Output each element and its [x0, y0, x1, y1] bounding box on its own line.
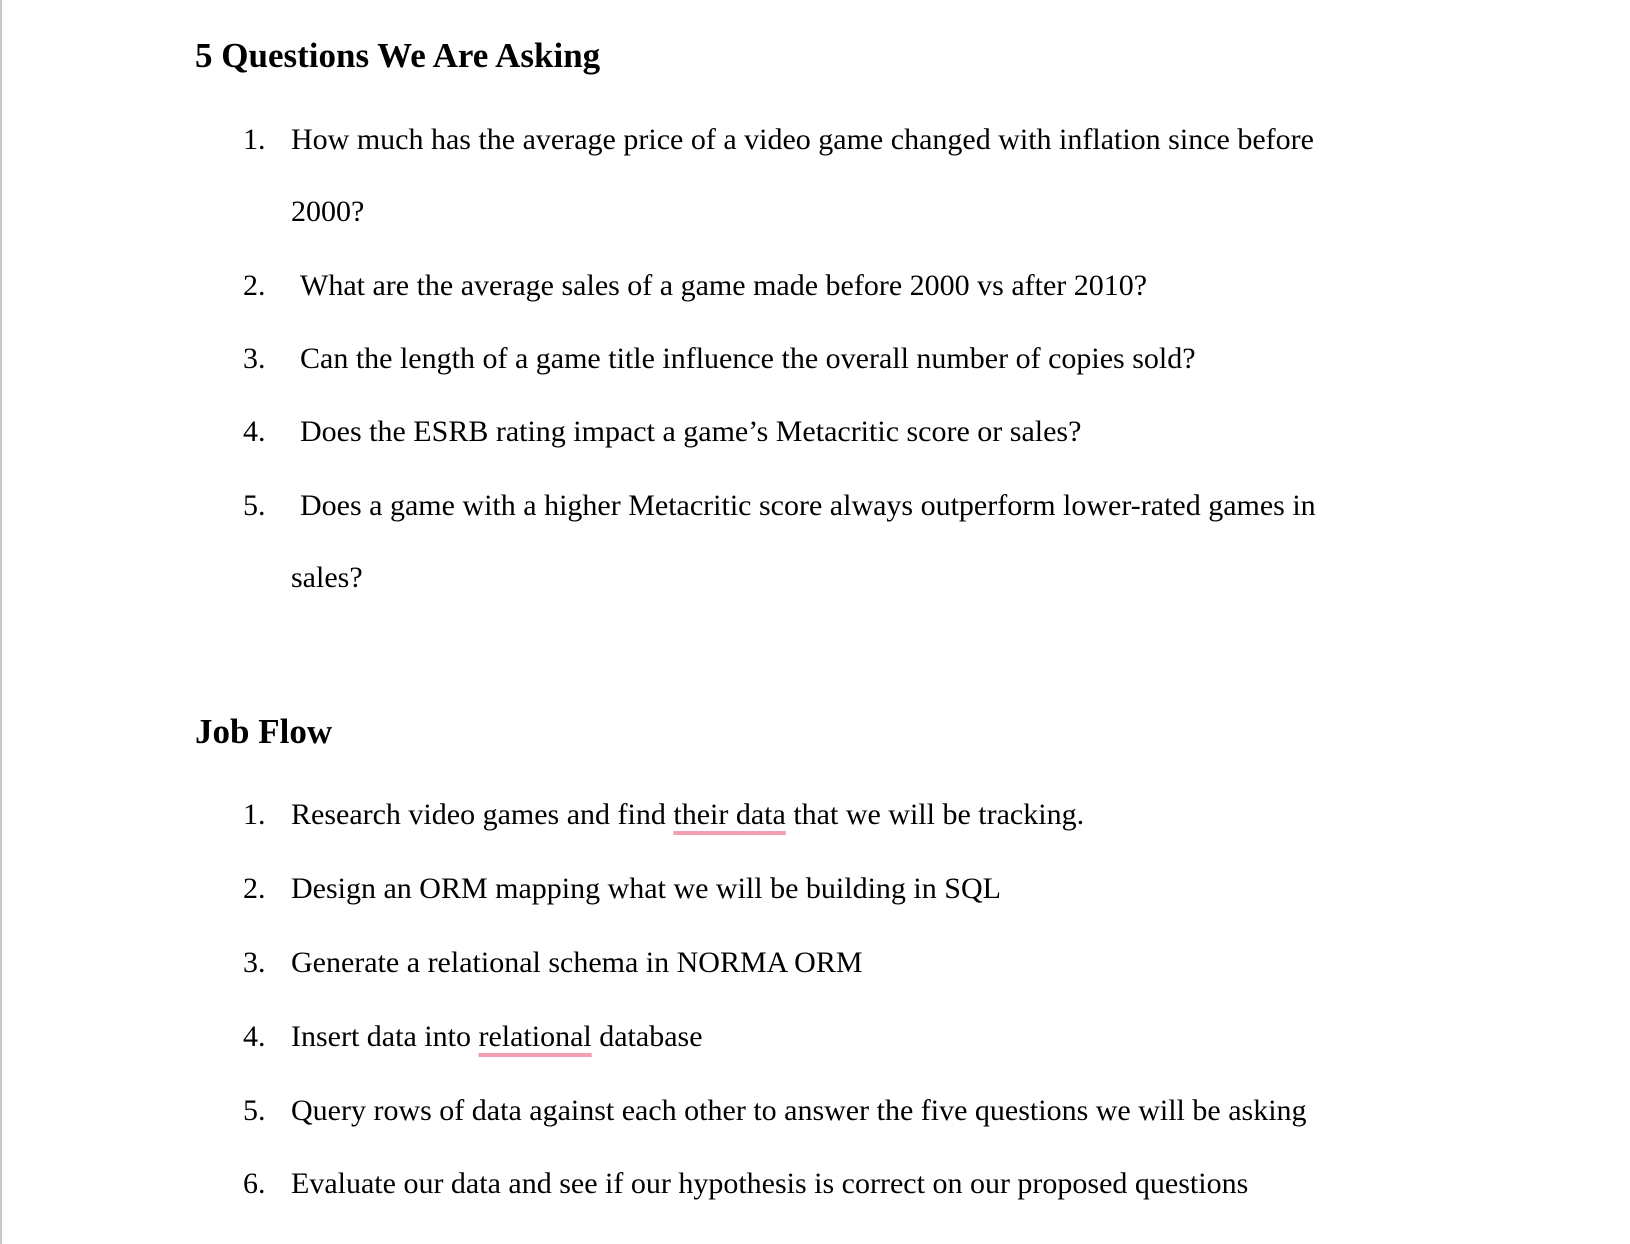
list-item-text: Can the length of a game title influence… — [300, 342, 1196, 375]
list-item-text-continued: 2000? — [291, 195, 365, 228]
list-item-text: Does a game with a higher Metacritic sco… — [300, 489, 1316, 522]
list-item-text-continued: sales? — [291, 561, 363, 594]
spellcheck-flagged-text[interactable]: relational — [478, 1020, 591, 1053]
list-item-number: 1. — [243, 123, 266, 156]
list-item-text: Insert data into relational database — [291, 1020, 703, 1053]
list-item-number: 6. — [243, 1167, 266, 1200]
list-item-number: 3. — [243, 342, 266, 375]
list-item-number: 2. — [243, 872, 266, 905]
list-item-text: Does the ESRB rating impact a game’s Met… — [300, 415, 1082, 448]
job-flow-heading: Job Flow — [195, 712, 333, 751]
spellcheck-flagged-text[interactable]: their data — [673, 798, 785, 831]
list-item-number: 2. — [243, 269, 266, 302]
list-item-text: What are the average sales of a game mad… — [300, 269, 1148, 302]
list-item-text: How much has the average price of a vide… — [291, 123, 1314, 156]
list-item-number: 1. — [243, 798, 266, 831]
list-item-text: Query rows of data against each other to… — [291, 1094, 1307, 1127]
list-item-text: Design an ORM mapping what we will be bu… — [291, 872, 1001, 905]
page-left-edge — [0, 0, 2, 1244]
list-item-text: Evaluate our data and see if our hypothe… — [291, 1167, 1249, 1200]
list-item-text: Research video games and find their data… — [291, 798, 1085, 831]
list-item-number: 5. — [243, 489, 266, 522]
list-item-number: 3. — [243, 946, 266, 979]
list-item-number: 5. — [243, 1094, 266, 1127]
list-item-text: Generate a relational schema in NORMA OR… — [291, 946, 863, 979]
list-item-number: 4. — [243, 415, 266, 448]
questions-heading: 5 Questions We Are Asking — [195, 36, 601, 75]
list-item-number: 4. — [243, 1020, 266, 1053]
